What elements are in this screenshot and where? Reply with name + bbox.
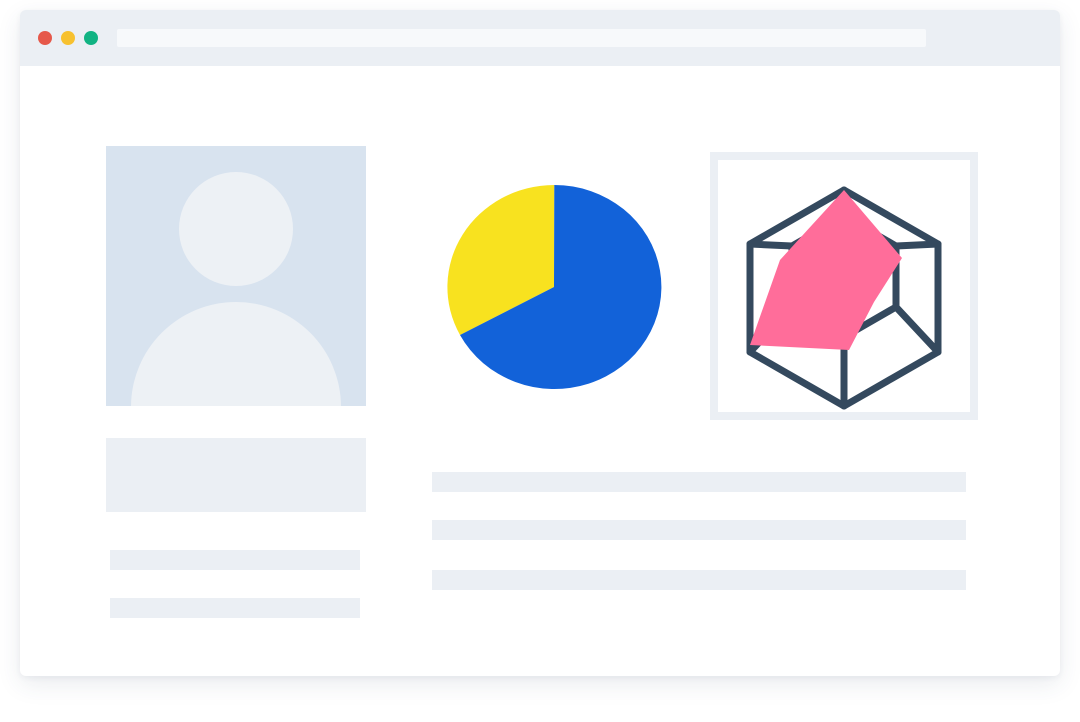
profile-name-placeholder: [106, 438, 366, 512]
minimize-dot[interactable]: [61, 31, 75, 45]
cube-edge-left-top: [746, 240, 796, 250]
content-text-line-3: [432, 570, 966, 590]
avatar-body-icon: [131, 302, 341, 406]
close-dot[interactable]: [38, 31, 52, 45]
cube-image-frame: [710, 152, 978, 420]
cube-edge-right-top: [892, 240, 942, 250]
profile-text-line-2: [110, 598, 360, 618]
avatar-placeholder: [106, 146, 366, 406]
pie-chart-icon: [447, 184, 662, 389]
content-text-line-1: [432, 472, 966, 492]
address-bar[interactable]: [117, 29, 926, 47]
avatar-head-icon: [179, 172, 293, 286]
browser-window: [20, 10, 1060, 676]
profile-text-line-1: [110, 550, 360, 570]
wireframe-cube-icon: [746, 186, 942, 410]
cube-edge-right-bottom: [892, 303, 942, 356]
maximize-dot[interactable]: [84, 31, 98, 45]
content-text-line-2: [432, 520, 966, 540]
window-titlebar: [20, 10, 1060, 66]
